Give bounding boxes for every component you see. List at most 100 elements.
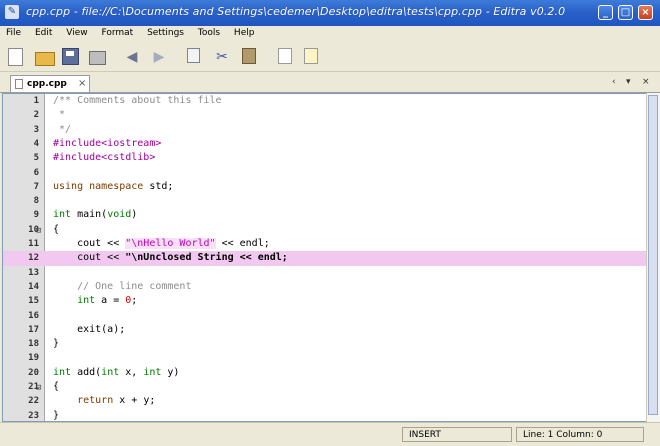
title-bar[interactable]: ✎ cpp.cpp - file://C:\Documents and Sett… (0, 0, 660, 26)
code-text: exit(a); (53, 323, 126, 335)
line-number: 2 (33, 110, 39, 121)
code-text: * (53, 109, 66, 121)
code-line[interactable]: 8 (3, 194, 647, 208)
line-number: 10 (28, 224, 39, 235)
code-text: #include<iostream> (53, 137, 162, 149)
line-number: 14 (28, 281, 39, 292)
code-text: cout << "\nUnclosed String << endl; (53, 252, 288, 264)
code-line[interactable]: 7 using namespace std; (3, 180, 647, 194)
line-number: 11 (28, 239, 39, 249)
code-line[interactable]: 12 cout << "\nUnclosed String << endl; (3, 251, 647, 266)
new-file-icon[interactable] (8, 48, 23, 66)
find-icon[interactable] (278, 48, 292, 64)
line-number: 1 (33, 96, 39, 106)
line-number: 6 (33, 167, 39, 178)
tab-scroll-left-icon[interactable]: ‹ (612, 77, 616, 87)
line-number: 5 (33, 153, 39, 164)
code-text: // One line comment (53, 280, 192, 292)
code-text: return x + y; (77, 395, 156, 407)
code-text: */ (53, 123, 72, 135)
tab-strip: cpp.cpp × ‹ ▾ × (0, 72, 660, 93)
line-number: 13 (28, 267, 39, 278)
code-line[interactable]: 23} (3, 409, 647, 421)
line-number: 18 (28, 339, 39, 350)
fold-toggle-icon[interactable]: ⊟ (36, 383, 41, 393)
line-number: 15 (28, 296, 39, 307)
minimize-button[interactable]: _ (598, 5, 613, 20)
code-line[interactable]: 18} (3, 337, 647, 351)
code-line[interactable]: 14 // One line comment (3, 280, 647, 294)
scrollbar-thumb[interactable] (648, 95, 658, 415)
file-icon (15, 79, 23, 89)
code-text: #include<cstdlib> (53, 152, 156, 164)
code-text: using namespace std; (53, 180, 174, 192)
close-window-button[interactable]: × (638, 5, 653, 20)
tab-close-icon[interactable]: × (78, 78, 86, 89)
menu-view[interactable]: View (60, 26, 92, 38)
undo-icon[interactable]: ◀ (123, 48, 141, 66)
tab-label: cpp.cpp (27, 79, 67, 89)
edit-mode-status: INSERT (402, 427, 512, 442)
line-number: 21 (28, 382, 39, 392)
code-text: int add(int x, int y) (53, 366, 180, 378)
line-number: 23 (28, 410, 39, 421)
menu-bar: File Edit View Format Settings Tools Hel… (0, 26, 660, 43)
line-number: 4 (33, 138, 39, 149)
code-text: } (53, 409, 60, 421)
code-line[interactable]: 6 (3, 166, 647, 180)
code-line[interactable]: 3 */ (3, 123, 647, 137)
menu-tools[interactable]: Tools (192, 26, 225, 38)
find-replace-icon[interactable] (304, 48, 318, 64)
code-line[interactable]: 19 (3, 351, 647, 365)
line-number: 3 (33, 124, 39, 135)
save-icon[interactable] (62, 48, 79, 65)
code-line[interactable]: 15 int a = 0; (3, 294, 647, 308)
window-title: cpp.cpp - file://C:\Documents and Settin… (26, 5, 566, 18)
status-bar: INSERT Line: 1 Column: 0 (0, 422, 660, 446)
code-line[interactable]: 1 /** Comments about this file (3, 94, 647, 108)
cursor-position-status: Line: 1 Column: 0 (516, 427, 644, 442)
code-text: int a = 0; (77, 295, 138, 307)
editra-icon[interactable]: ✎ (5, 5, 19, 19)
redo-icon[interactable]: ▶ (150, 48, 168, 66)
cut-icon[interactable]: ✂ (213, 48, 231, 66)
menu-edit[interactable]: Edit (29, 26, 57, 38)
menu-format[interactable]: Format (95, 26, 138, 38)
code-text: /** Comments about this file (53, 95, 222, 106)
code-line[interactable]: 4 #include<iostream> (3, 137, 647, 151)
code-line[interactable]: 22 return x + y; (3, 394, 647, 408)
code-line[interactable]: 5 #include<cstdlib> (3, 151, 647, 165)
maximize-button[interactable]: □ (618, 5, 633, 20)
code-line[interactable]: 11 cout << "\nHello World" << endl; (3, 237, 647, 251)
line-number: 8 (33, 196, 39, 207)
fold-toggle-icon[interactable]: ⊟ (36, 226, 41, 236)
code-text: { (53, 223, 60, 235)
code-text: cout << "\nHello World" << endl; (53, 238, 270, 249)
line-number: 17 (28, 324, 39, 335)
paste-icon[interactable] (242, 48, 256, 64)
code-line[interactable]: 2 * (3, 108, 647, 122)
tab-cpp-cpp[interactable]: cpp.cpp × (10, 75, 90, 92)
code-line[interactable]: 21 ⊟ { (3, 380, 647, 394)
vertical-scrollbar[interactable] (646, 93, 660, 422)
copy-icon[interactable] (187, 48, 200, 63)
line-number: 22 (28, 396, 39, 407)
code-line[interactable]: 16 (3, 309, 647, 323)
close-all-tabs-icon[interactable]: × (642, 77, 650, 87)
code-line[interactable]: 13 (3, 266, 647, 280)
line-number: 20 (28, 367, 39, 378)
tab-list-dropdown-icon[interactable]: ▾ (626, 77, 631, 87)
code-editor[interactable]: 1/** Comments about this file 2 * 3 */4 #in… (2, 93, 648, 422)
menu-help[interactable]: Help (228, 26, 260, 38)
open-folder-icon[interactable] (35, 52, 55, 66)
line-number: 12 (28, 253, 39, 264)
code-text: } (53, 338, 60, 350)
menu-settings[interactable]: Settings (141, 26, 189, 38)
menu-file[interactable]: File (0, 26, 26, 38)
print-icon[interactable] (89, 51, 106, 65)
code-line[interactable]: 20 int add(int x, int y) (3, 366, 647, 380)
code-line[interactable]: 10 ⊟ { (3, 223, 647, 237)
code-line[interactable]: 17 exit(a); (3, 323, 647, 337)
editra-window: ✎ cpp.cpp - file://C:\Documents and Sett… (0, 0, 660, 446)
code-line[interactable]: 9 int main(void) (3, 208, 647, 222)
